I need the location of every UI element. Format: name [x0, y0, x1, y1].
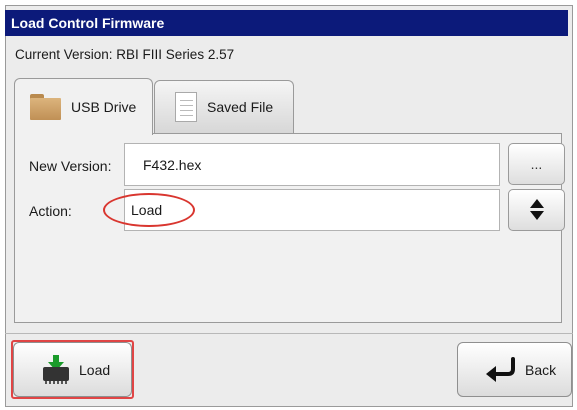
usb-drive-panel: New Version: F432.hex ... Action: Load: [14, 133, 565, 323]
window-title: Load Control Firmware: [5, 10, 568, 36]
tab-saved-file[interactable]: Saved File: [154, 80, 294, 133]
up-down-arrows-icon: [529, 199, 544, 221]
tab-usb-drive[interactable]: USB Drive: [14, 78, 153, 135]
button-bar-divider: [5, 333, 573, 334]
new-version-label: New Version:: [29, 158, 112, 174]
browse-button-label: ...: [530, 156, 543, 172]
action-highlight-ellipse: [103, 193, 195, 227]
action-cycle-button[interactable]: [508, 189, 565, 231]
folder-icon: [30, 94, 61, 120]
new-version-field[interactable]: F432.hex: [124, 143, 500, 186]
tab-usb-drive-label: USB Drive: [71, 99, 137, 115]
back-button[interactable]: Back: [457, 342, 572, 397]
document-icon: [175, 92, 197, 122]
browse-button[interactable]: ...: [508, 143, 565, 185]
back-button-label: Back: [525, 361, 557, 378]
load-button-highlight: [11, 340, 134, 399]
tab-saved-file-label: Saved File: [207, 99, 274, 115]
new-version-value: F432.hex: [143, 156, 202, 173]
current-version-text: Current Version: RBI FIII Series 2.57: [15, 47, 235, 62]
action-label: Action:: [29, 203, 72, 219]
back-arrow-icon: [486, 356, 515, 382]
